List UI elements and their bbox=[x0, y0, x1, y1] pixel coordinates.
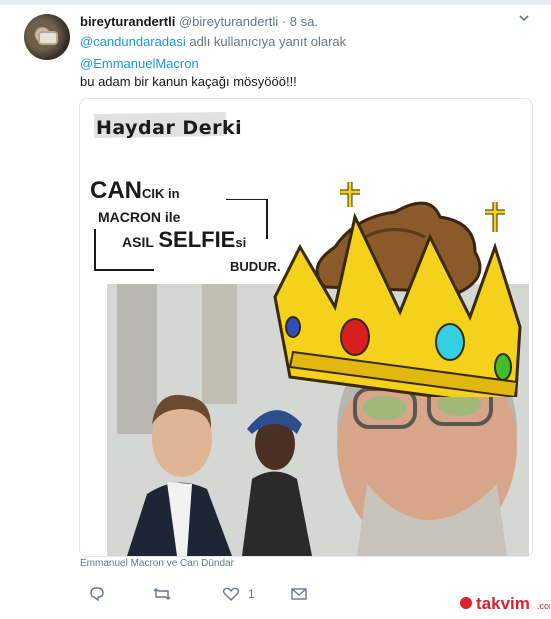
reply-icon bbox=[90, 587, 104, 602]
reply-context: @candundaradasi adlı kullanıcıya yanıt o… bbox=[80, 34, 346, 49]
caption-line-1: CANCIK in bbox=[90, 177, 180, 205]
chevron-down-icon[interactable] bbox=[517, 12, 531, 26]
envelope-icon bbox=[291, 588, 307, 600]
caption-line-3: ASIL SELFIEsi bbox=[122, 227, 246, 253]
reply-button[interactable] bbox=[88, 586, 106, 605]
caption-bracket-left bbox=[94, 229, 96, 269]
tweet-text: bu adam bir kanun kaçağı mösyööö!!! bbox=[80, 74, 297, 89]
caption-bracket-bottom bbox=[94, 269, 154, 271]
display-name[interactable]: bireyturandertli bbox=[80, 14, 175, 29]
svg-text:.com: .com bbox=[537, 601, 550, 611]
separator-dot: · bbox=[281, 14, 287, 29]
reply-to-mention[interactable]: @candundaradasi bbox=[80, 34, 186, 49]
like-button[interactable]: 1 bbox=[222, 586, 255, 605]
retweet-icon bbox=[153, 588, 171, 600]
caption-cik: CIK in bbox=[142, 186, 180, 201]
caption-macron: MACRON bbox=[98, 209, 161, 225]
watermark-text: takvim bbox=[476, 594, 530, 613]
takvim-watermark: takvim .com bbox=[458, 592, 551, 614]
mention-line: @EmmanuelMacron bbox=[80, 56, 199, 71]
timestamp[interactable]: 8 sa. bbox=[290, 14, 318, 29]
caption-can: CAN bbox=[90, 177, 142, 204]
caption-ile: ile bbox=[164, 209, 181, 225]
mention-link[interactable]: @EmmanuelMacron bbox=[80, 56, 199, 71]
crown-illustration bbox=[273, 182, 522, 397]
tweet-media-image[interactable]: Haydar Derki CANCIK in MACRON ile ASIL S… bbox=[79, 98, 533, 557]
heart-icon bbox=[222, 587, 240, 601]
caption-selfie: SELFIE bbox=[158, 227, 236, 252]
brand-text: Haydar Derki bbox=[96, 117, 243, 139]
avatar[interactable] bbox=[24, 14, 70, 60]
dm-button[interactable] bbox=[290, 586, 308, 605]
reply-to-label: adlı kullanıcıya yanıt olarak bbox=[189, 34, 347, 49]
caption-asil: ASIL bbox=[122, 234, 154, 250]
media-caption: Emmanuel Macron ve Can Dündar bbox=[80, 558, 234, 569]
user-handle[interactable]: @bireyturandertli bbox=[179, 14, 278, 29]
caption-line-2: MACRON ile bbox=[98, 209, 180, 225]
retweet-button[interactable] bbox=[152, 586, 172, 605]
tweet-header: bireyturandertli @bireyturandertli · 8 s… bbox=[80, 14, 318, 29]
like-count: 1 bbox=[248, 587, 255, 601]
top-border bbox=[0, 0, 551, 5]
